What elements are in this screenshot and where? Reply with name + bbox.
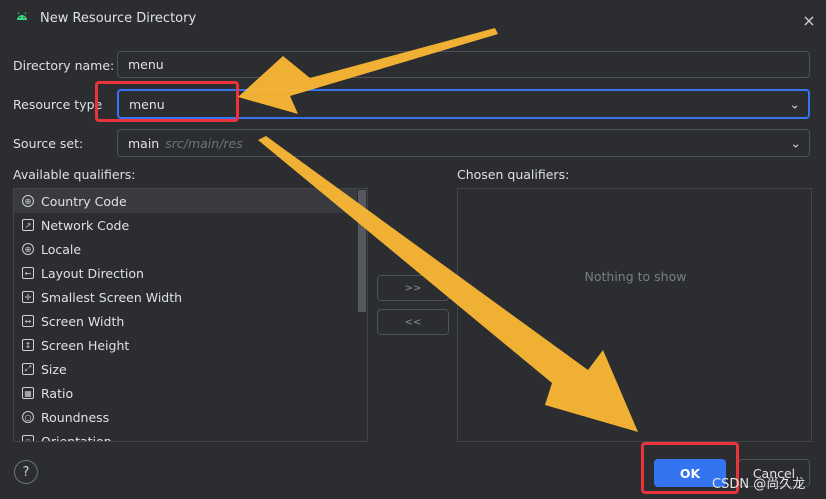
watermark-text: CSDN @尚久龙: [712, 477, 806, 492]
annotation-arrows: [238, 28, 638, 432]
annotation-arrow: [238, 28, 498, 114]
annotation-arrow: [258, 136, 638, 432]
